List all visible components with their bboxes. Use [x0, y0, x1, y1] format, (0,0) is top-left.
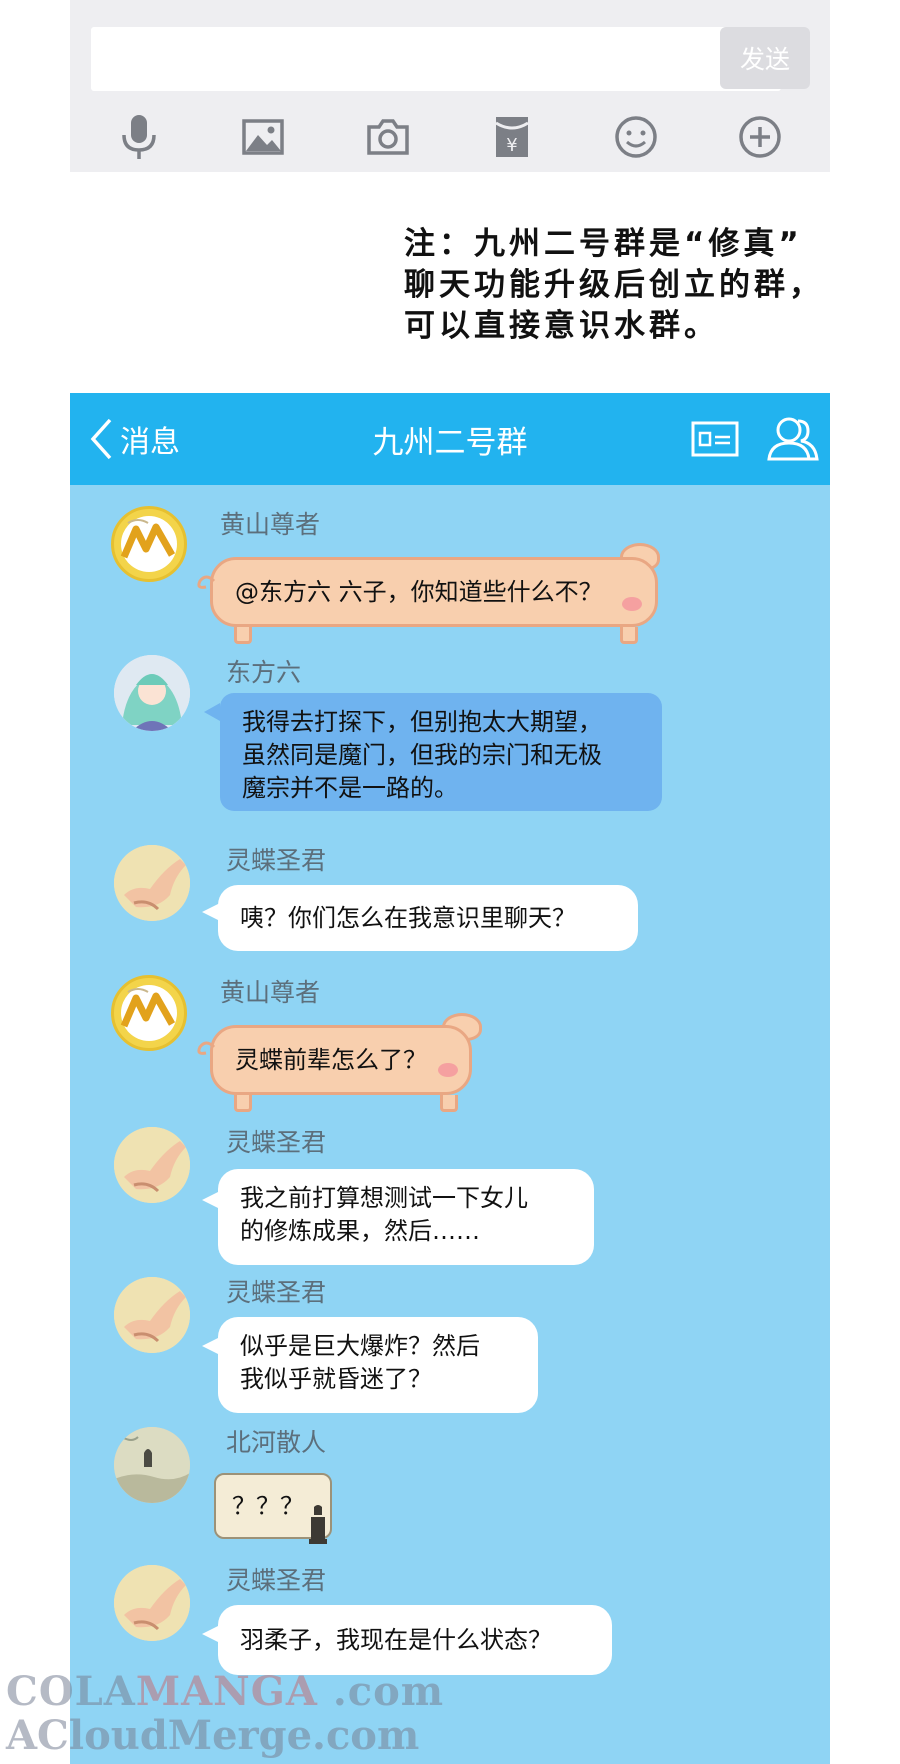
group-members-icon[interactable] [765, 413, 819, 465]
ink-figure-icon [309, 1505, 327, 1544]
sender-name: 灵蝶圣君 [226, 846, 327, 875]
author-note: 注：九州二号群是“修真” 聊天功能升级后创立的群， 可以直接意识水群。 [404, 224, 824, 347]
message-bubble[interactable]: 咦？你们怎么在我意识里聊天？ [218, 885, 638, 951]
svg-text:¥: ¥ [506, 135, 517, 156]
watermark-text: .com [317, 1668, 445, 1715]
back-label: 消息 [120, 425, 180, 460]
avatar[interactable] [114, 1565, 190, 1641]
microphone-icon[interactable] [114, 112, 164, 162]
note-line: 注：九州二号群是“修真” [404, 226, 803, 262]
message-text: 咦？你们怎么在我意识里聊天？ [240, 903, 576, 932]
watermark-text: MANGA [135, 1668, 318, 1715]
avatar[interactable] [111, 975, 187, 1051]
watermark-colamanga: COLAMANGA .com [6, 1668, 444, 1715]
message-text: 灵蝶前辈怎么了？ [235, 1045, 427, 1074]
avatar[interactable] [111, 506, 187, 582]
send-button[interactable]: 发送 [720, 27, 810, 89]
note-line: 聊天功能升级后创立的群， [404, 267, 824, 303]
sender-name: 东方六 [226, 658, 302, 687]
group-info-icon[interactable] [690, 413, 742, 465]
message-text: 虽然同是魔门，但我的宗门和无极 [242, 741, 602, 769]
pig-leg [440, 1095, 458, 1112]
message-text: 我似乎就昏迷了？ [240, 1365, 432, 1393]
sender-name: 灵蝶圣君 [226, 1566, 327, 1595]
avatar[interactable] [114, 845, 190, 921]
message-input[interactable] [91, 27, 781, 91]
message-text: 我之前打算想测试一下女儿 [240, 1184, 528, 1212]
message-bubble[interactable]: 灵蝶前辈怎么了？ [210, 1025, 472, 1095]
avatar[interactable] [114, 1127, 190, 1203]
message-input-panel: 发送 ¥ [70, 0, 830, 172]
avatar[interactable] [114, 655, 190, 731]
watermark-acloudmerge: ACloudMerge.com [6, 1712, 420, 1759]
sender-name: 北河散人 [226, 1428, 327, 1457]
plus-icon[interactable] [735, 112, 785, 162]
message-text: 我得去打探下，但别抱太大期望， [242, 708, 602, 736]
avatar[interactable] [114, 1427, 190, 1503]
sender-name: 灵蝶圣君 [226, 1278, 327, 1307]
message-bubble[interactable]: 羽柔子，我现在是什么状态？ [218, 1605, 612, 1675]
chevron-left-icon [90, 418, 112, 460]
message-text: 魔宗并不是一路的。 [242, 774, 458, 802]
camera-icon[interactable] [363, 112, 413, 162]
avatar[interactable] [114, 1277, 190, 1353]
watermark-text: COLA [6, 1668, 136, 1715]
pig-leg [234, 627, 252, 644]
sender-name: 黄山尊者 [220, 978, 321, 1007]
emoji-icon[interactable] [611, 112, 661, 162]
chat-window: 九州二号群 消息 黄山尊者 @东方六 六子，你知道些什么不？ 东方六 我得去打探… [70, 393, 830, 1764]
back-button[interactable]: 消息 [88, 413, 180, 465]
message-text: 似乎是巨大爆炸？然后 [240, 1332, 480, 1360]
message-bubble[interactable]: @东方六 六子，你知道些什么不？ [210, 557, 658, 627]
pig-tail [197, 575, 216, 589]
pig-cheek [622, 597, 642, 611]
sender-name: 灵蝶圣君 [226, 1128, 327, 1157]
message-text: 的修炼成果，然后…… [240, 1217, 480, 1245]
message-text: @东方六 六子，你知道些什么不？ [235, 577, 603, 606]
message-bubble[interactable]: 我之前打算想测试一下女儿 的修炼成果，然后…… [218, 1169, 594, 1265]
pig-cheek [438, 1063, 458, 1077]
navigation-bar: 九州二号群 消息 [70, 393, 830, 485]
note-line: 可以直接意识水群。 [404, 308, 719, 344]
pig-tail [197, 1041, 216, 1055]
red-packet-icon[interactable]: ¥ [487, 112, 537, 162]
pig-leg [620, 627, 638, 644]
image-icon[interactable] [238, 112, 288, 162]
message-text: ？？？ [232, 1491, 304, 1520]
message-bubble[interactable]: 我得去打探下，但别抱太大期望， 虽然同是魔门，但我的宗门和无极 魔宗并不是一路的… [220, 693, 662, 811]
sender-name: 黄山尊者 [220, 510, 321, 539]
bubble-tail [204, 703, 220, 721]
message-bubble[interactable]: 似乎是巨大爆炸？然后 我似乎就昏迷了？ [218, 1317, 538, 1413]
message-list: 黄山尊者 @东方六 六子，你知道些什么不？ 东方六 我得去打探下，但别抱太大期望… [70, 485, 830, 1764]
message-text: 羽柔子，我现在是什么状态？ [240, 1625, 552, 1654]
pig-leg [234, 1095, 252, 1112]
